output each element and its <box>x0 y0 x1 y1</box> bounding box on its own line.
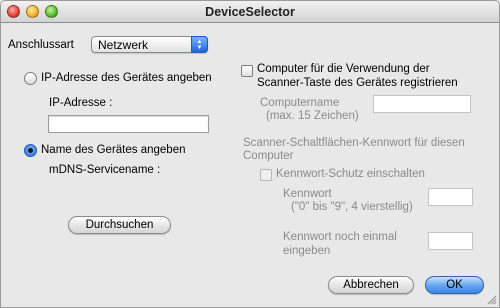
browse-button[interactable]: Durchsuchen <box>68 216 171 234</box>
register-computer-label-line1: Computer für die Verwendung der <box>257 63 430 75</box>
device-name-radio[interactable] <box>24 144 37 157</box>
register-computer-checkbox[interactable] <box>241 65 253 77</box>
title-bar: DeviceSelector <box>1 1 499 23</box>
password-label: Kennwort <box>283 188 332 200</box>
repeat-password-label-line2: eingeben <box>283 245 331 257</box>
cancel-button[interactable]: Abbrechen <box>328 276 414 294</box>
ip-address-radio[interactable] <box>24 72 37 85</box>
connection-type-label: Anschlussart <box>8 39 74 51</box>
register-computer-label[interactable]: Computer für die Verwendung der Scanner-… <box>257 62 458 90</box>
password-input[interactable] <box>428 188 473 206</box>
password-hint: ("0" bis "9", 4 vierstellig) <box>291 201 413 213</box>
repeat-password-label: Kennwort noch einmal eingeben <box>283 230 397 258</box>
ip-address-field-label: IP-Adresse : <box>49 97 113 109</box>
mdns-service-name-label: mDNS-Servicename : <box>49 164 161 176</box>
window-title: DeviceSelector <box>205 5 295 19</box>
device-selector-window: DeviceSelector Anschlussart Netzwerk ▲ ▼ … <box>0 0 500 308</box>
computer-name-input[interactable] <box>373 95 471 113</box>
password-heading-line2: Computer <box>243 150 294 162</box>
device-name-option-label[interactable]: Name des Gerätes angeben <box>41 144 185 156</box>
popup-arrows-icon: ▲ ▼ <box>191 36 208 53</box>
connection-type-value: Netzwerk <box>98 38 149 52</box>
repeat-password-label-line1: Kennwort noch einmal <box>283 231 397 243</box>
ip-address-input[interactable] <box>48 115 209 133</box>
password-heading-line1: Scanner-Schaltflächen-Kennwort für diese… <box>243 137 465 149</box>
ok-button[interactable]: OK <box>425 276 484 294</box>
connection-type-popup[interactable]: Netzwerk ▲ ▼ <box>91 36 208 53</box>
password-protection-checkbox[interactable] <box>260 169 272 181</box>
register-computer-label-line2: Scanner-Taste des Gerätes registrieren <box>257 77 458 89</box>
ip-address-option-label[interactable]: IP-Adresse des Gerätes angeben <box>41 72 212 84</box>
computer-name-hint: (max. 15 Zeichen) <box>266 110 359 122</box>
repeat-password-input[interactable] <box>428 232 473 250</box>
resize-grip-icon[interactable] <box>487 295 497 305</box>
password-protection-label[interactable]: Kennwort-Schutz einschalten <box>276 168 425 180</box>
password-section-heading: Scanner-Schaltflächen-Kennwort für diese… <box>243 137 465 163</box>
computer-name-label: Computername <box>260 97 340 109</box>
